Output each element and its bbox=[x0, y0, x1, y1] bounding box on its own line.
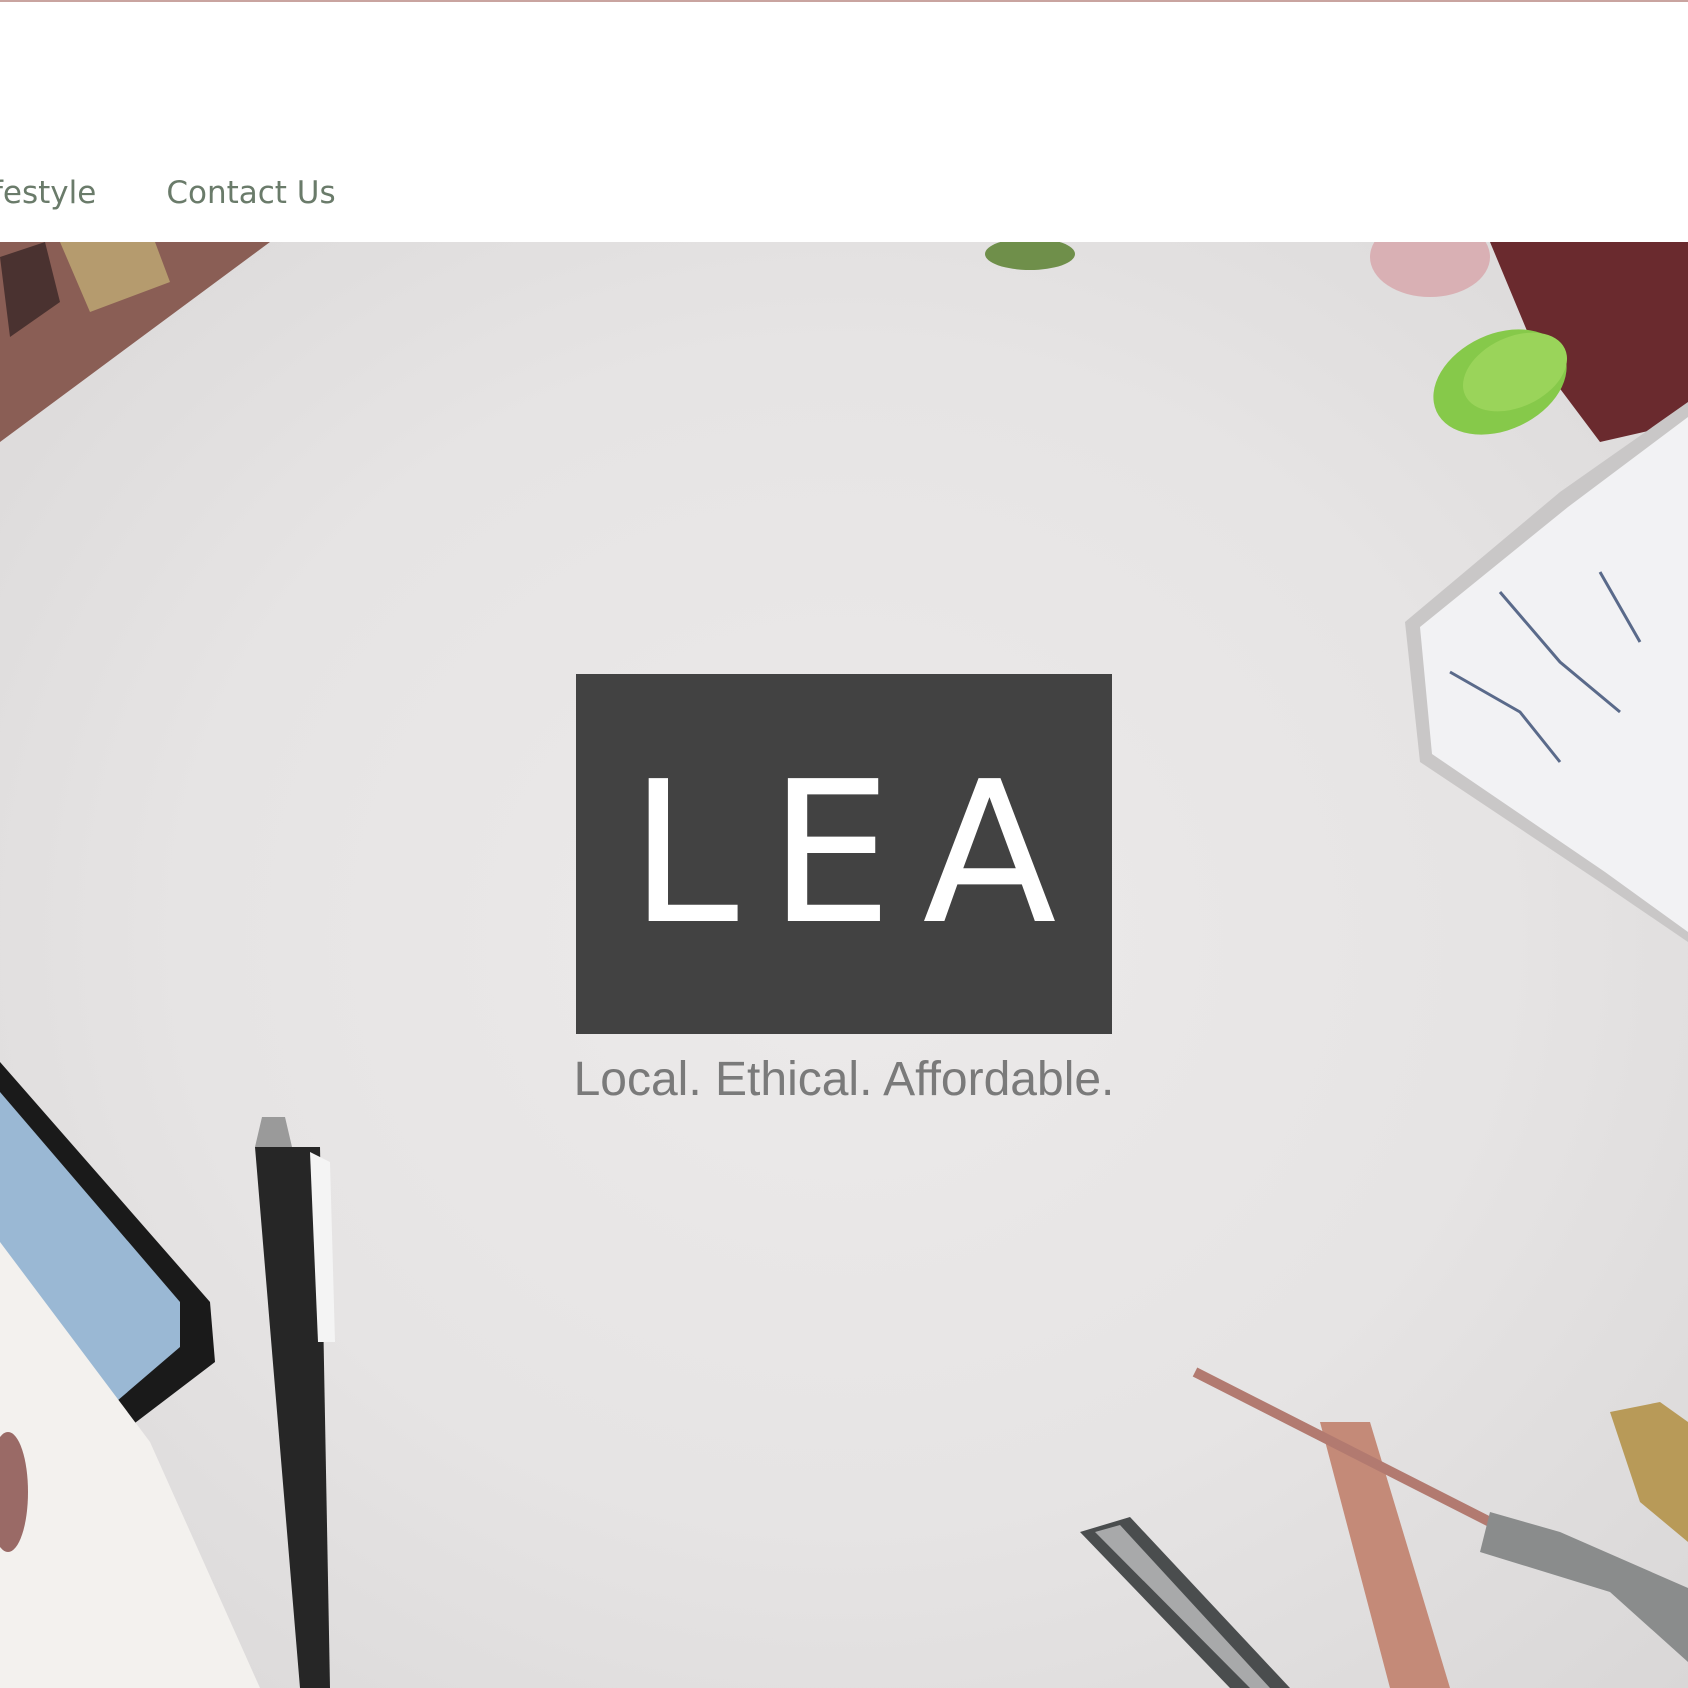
phone-image bbox=[0, 1062, 260, 1688]
nav-item-lifestyle[interactable]: festyle bbox=[0, 175, 96, 211]
nav-item-contact-us[interactable]: Contact Us bbox=[166, 175, 335, 211]
hero-banner: LEA Local. Ethical. Affordable. bbox=[0, 242, 1688, 1688]
tagline: Local. Ethical. Affordable. bbox=[573, 1053, 1115, 1106]
eyeshadow-palette-image bbox=[0, 242, 270, 442]
site-header: festyle Contact Us bbox=[0, 2, 1688, 242]
marble-laptop-image bbox=[1405, 402, 1688, 942]
bottle-image bbox=[1370, 242, 1688, 442]
logo-text: LEA bbox=[629, 740, 1087, 968]
pen-image bbox=[255, 1117, 335, 1688]
leaf-image bbox=[985, 242, 1075, 270]
page: festyle Contact Us LEA Local. Ethical. A… bbox=[0, 0, 1688, 1688]
main-nav: festyle Contact Us bbox=[0, 168, 336, 218]
lipstick-image bbox=[1080, 1367, 1688, 1688]
logo-box: LEA bbox=[576, 674, 1112, 1034]
